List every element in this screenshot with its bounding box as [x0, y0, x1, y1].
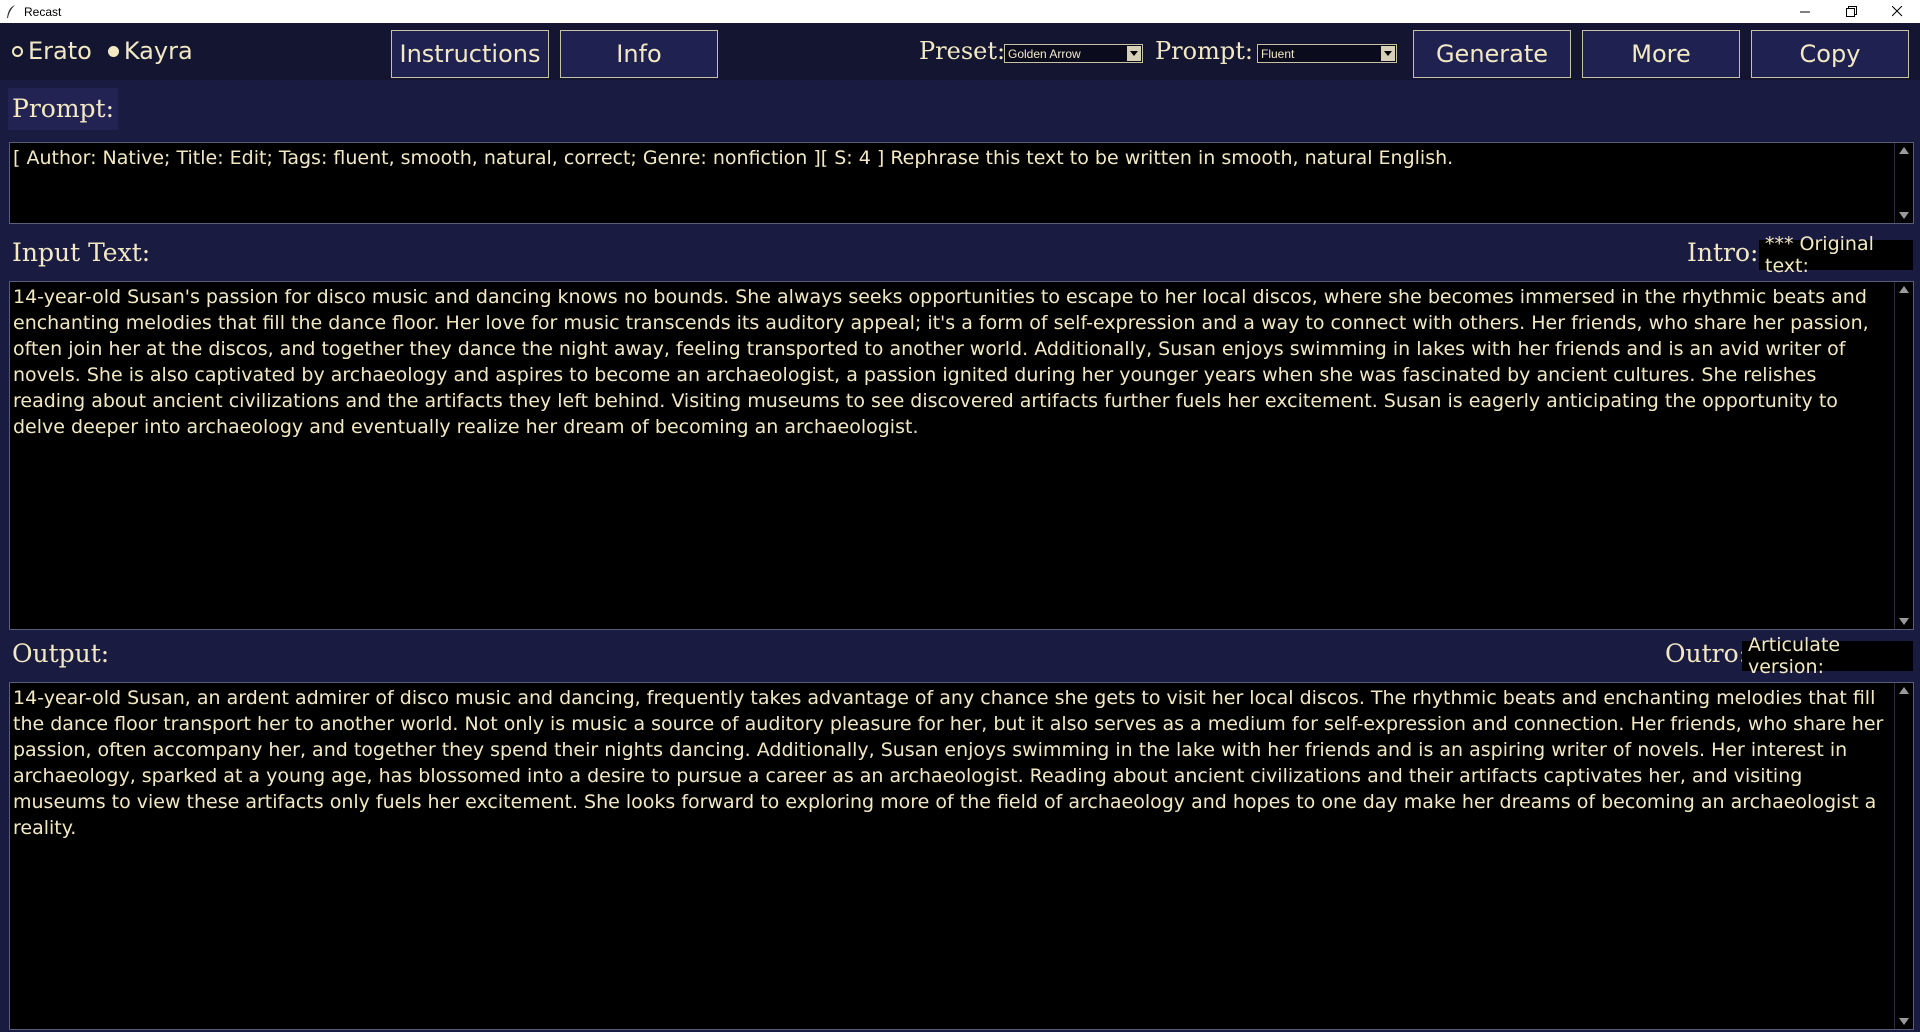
input-scrollbar[interactable]	[1894, 282, 1913, 629]
maximize-icon	[1845, 6, 1857, 17]
copy-button[interactable]: Copy	[1751, 30, 1909, 78]
feather-icon	[7, 4, 15, 18]
model-radio-group: Erato Kayra	[12, 37, 209, 65]
more-button[interactable]: More	[1582, 30, 1740, 78]
prompt-label: Prompt:	[1155, 37, 1253, 65]
toolbar: Erato Kayra Instructions Info Preset: Go…	[0, 23, 1920, 80]
close-button[interactable]	[1874, 0, 1920, 23]
input-section-label: Input Text:	[12, 238, 151, 267]
radio-kayra-label: Kayra	[123, 37, 193, 65]
outro-field[interactable]: Articulate version:	[1742, 634, 1913, 678]
minimize-button[interactable]	[1782, 0, 1828, 23]
close-icon	[1891, 6, 1902, 17]
output-section-label: Output:	[12, 639, 110, 668]
radio-erato[interactable]: Erato	[12, 37, 92, 65]
scroll-down-icon	[1899, 1018, 1909, 1025]
maximize-button[interactable]	[1828, 0, 1874, 23]
chevron-down-icon	[1127, 46, 1141, 61]
prompt-scrollbar[interactable]	[1894, 143, 1913, 223]
scroll-up-icon	[1899, 147, 1909, 154]
preset-label: Preset:	[919, 37, 1006, 65]
scroll-up-icon	[1899, 687, 1909, 694]
info-button[interactable]: Info	[560, 30, 718, 78]
generate-button[interactable]: Generate	[1413, 30, 1571, 78]
prompt-select-value: Fluent	[1261, 46, 1295, 61]
preset-select-value: Golden Arrow	[1008, 46, 1081, 61]
scroll-down-icon	[1899, 618, 1909, 625]
minimize-icon	[1799, 11, 1810, 13]
prompt-section-label: Prompt:	[8, 88, 119, 130]
output-scrollbar[interactable]	[1894, 683, 1913, 1029]
output-textarea[interactable]: 14-year-old Susan, an ardent admirer of …	[9, 682, 1914, 1030]
radio-erato-label: Erato	[28, 37, 92, 65]
scroll-down-icon	[1899, 212, 1909, 219]
radio-unselected-icon	[12, 45, 23, 57]
outro-value: Articulate version:	[1748, 634, 1841, 678]
chevron-down-icon	[1381, 46, 1395, 61]
scroll-up-icon	[1899, 286, 1909, 293]
input-textarea[interactable]: 14-year-old Susan's passion for disco mu…	[9, 281, 1914, 630]
radio-kayra[interactable]: Kayra	[107, 37, 193, 65]
intro-label: Intro:	[1687, 238, 1759, 267]
prompt-textarea[interactable]: [ Author: Native; Title: Edit; Tags: flu…	[9, 142, 1914, 224]
outro-label: Outro:	[1665, 639, 1748, 668]
preset-select[interactable]: Golden Arrow	[1004, 44, 1143, 63]
intro-value: *** Original text:	[1765, 233, 1874, 277]
prompt-select[interactable]: Fluent	[1257, 44, 1397, 63]
output-text: 14-year-old Susan, an ardent admirer of …	[13, 687, 1884, 839]
instructions-button[interactable]: Instructions	[391, 30, 549, 78]
title-bar: Recast	[0, 0, 1920, 23]
prompt-text: [ Author: Native; Title: Edit; Tags: flu…	[13, 147, 1454, 169]
window-title: Recast	[24, 4, 62, 19]
radio-selected-icon	[107, 45, 119, 57]
input-text: 14-year-old Susan's passion for disco mu…	[13, 286, 1869, 438]
intro-field[interactable]: *** Original text:	[1759, 233, 1913, 277]
